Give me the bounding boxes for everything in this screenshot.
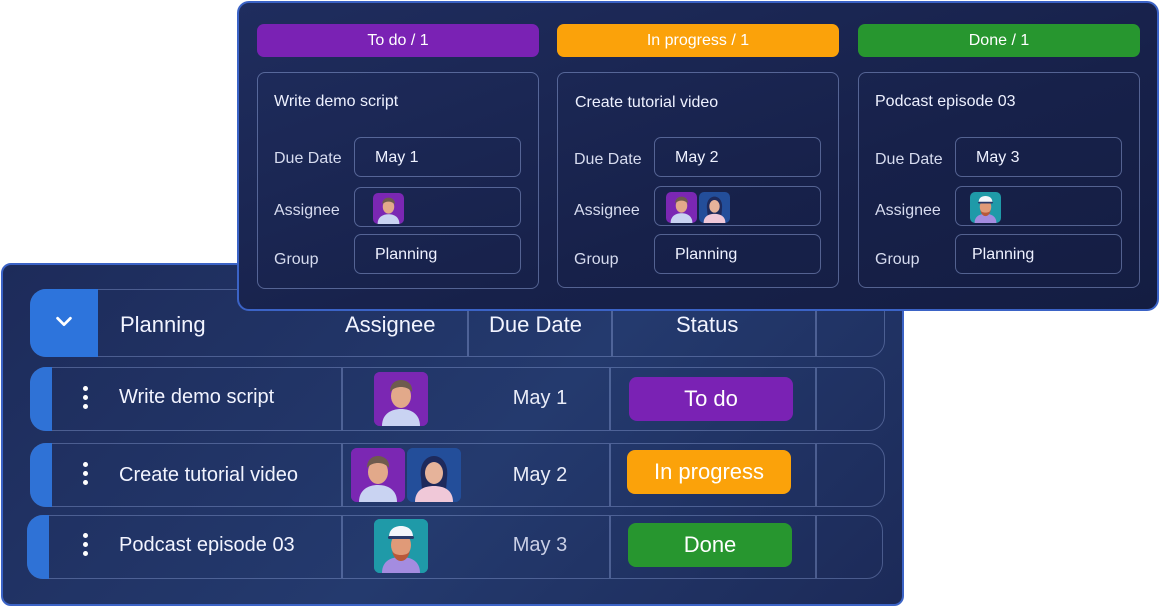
group-value: Planning — [675, 246, 738, 263]
assignee-label: Assignee — [875, 202, 941, 219]
avatar-man-purple — [351, 448, 405, 502]
due-date-value: May 3 — [976, 149, 1020, 166]
due-date-value: May 1 — [375, 149, 419, 166]
status-badge[interactable]: In progress — [627, 450, 791, 494]
task-name[interactable]: Podcast episode 03 — [119, 534, 295, 557]
avatar-woman-blue — [407, 448, 461, 502]
chevron-down-icon — [53, 310, 75, 337]
group-label: Group — [875, 251, 920, 268]
status-badge[interactable]: Done — [628, 523, 792, 567]
due-date-value: May 2 — [675, 149, 719, 166]
kanban-card[interactable]: Write demo script Due Date May 1 Assigne… — [257, 72, 539, 289]
avatar-woman-blue — [699, 192, 730, 223]
column-header-assignee[interactable]: Assignee — [345, 312, 436, 338]
task-name[interactable]: Create tutorial video — [119, 464, 298, 487]
column-header-due-date[interactable]: Due Date — [489, 312, 582, 338]
collapse-group-button[interactable] — [30, 289, 98, 357]
task-name[interactable]: Write demo script — [119, 386, 274, 409]
avatar-man-cap-teal — [374, 519, 428, 573]
kanban-column-header-todo[interactable]: To do / 1 — [257, 24, 539, 57]
group-field[interactable]: Planning — [654, 234, 821, 274]
assignee-field[interactable] — [354, 187, 521, 227]
due-date: May 1 — [512, 387, 568, 409]
assignee-field[interactable] — [654, 186, 821, 226]
due-date-field[interactable]: May 3 — [955, 137, 1122, 177]
due-date-field[interactable]: May 2 — [654, 137, 821, 177]
table-row[interactable]: Podcast episode 03 May 3 Done — [27, 515, 883, 579]
group-value: Planning — [972, 246, 1035, 263]
kebab-menu-icon[interactable] — [83, 533, 89, 556]
group-value: Planning — [375, 246, 438, 263]
due-date-field[interactable]: May 1 — [354, 137, 521, 177]
card-title: Create tutorial video — [575, 94, 719, 111]
kanban-card[interactable]: Podcast episode 03 Due Date May 3 Assign… — [858, 72, 1140, 288]
group-table-panel: Planning Assignee Due Date Status Write … — [1, 263, 904, 606]
due-date: May 3 — [512, 534, 568, 556]
group-label: Group — [274, 251, 319, 268]
kanban-board-panel: To do / 1 In progress / 1 Done / 1 Write… — [237, 1, 1159, 311]
table-row[interactable]: Create tutorial video May 2 In progress — [30, 443, 885, 507]
avatar-man-purple — [374, 372, 428, 426]
group-title: Planning — [120, 312, 206, 337]
kebab-menu-icon[interactable] — [83, 462, 89, 485]
avatar-man-purple — [666, 192, 697, 223]
due-date-label: Due Date — [274, 150, 342, 167]
group-field[interactable]: Planning — [955, 234, 1122, 274]
kanban-column-header-in-progress[interactable]: In progress / 1 — [557, 24, 839, 57]
kanban-card[interactable]: Create tutorial video Due Date May 2 Ass… — [557, 72, 839, 288]
column-header-status[interactable]: Status — [676, 312, 738, 338]
due-date: May 2 — [512, 464, 568, 486]
assignee-field[interactable] — [955, 186, 1122, 226]
avatar-man-cap-teal — [970, 192, 1001, 223]
card-title: Podcast episode 03 — [875, 93, 1016, 110]
avatar-man-purple — [373, 193, 404, 224]
group-label: Group — [574, 251, 619, 268]
due-date-label: Due Date — [574, 151, 642, 168]
card-title: Write demo script — [274, 93, 399, 110]
assignee-label: Assignee — [274, 202, 340, 219]
due-date-label: Due Date — [875, 151, 943, 168]
table-row[interactable]: Write demo script May 1 To do — [30, 367, 885, 431]
status-badge[interactable]: To do — [629, 377, 793, 421]
assignee-label: Assignee — [574, 202, 640, 219]
kebab-menu-icon[interactable] — [83, 386, 89, 409]
group-field[interactable]: Planning — [354, 234, 521, 274]
kanban-column-header-done[interactable]: Done / 1 — [858, 24, 1140, 57]
